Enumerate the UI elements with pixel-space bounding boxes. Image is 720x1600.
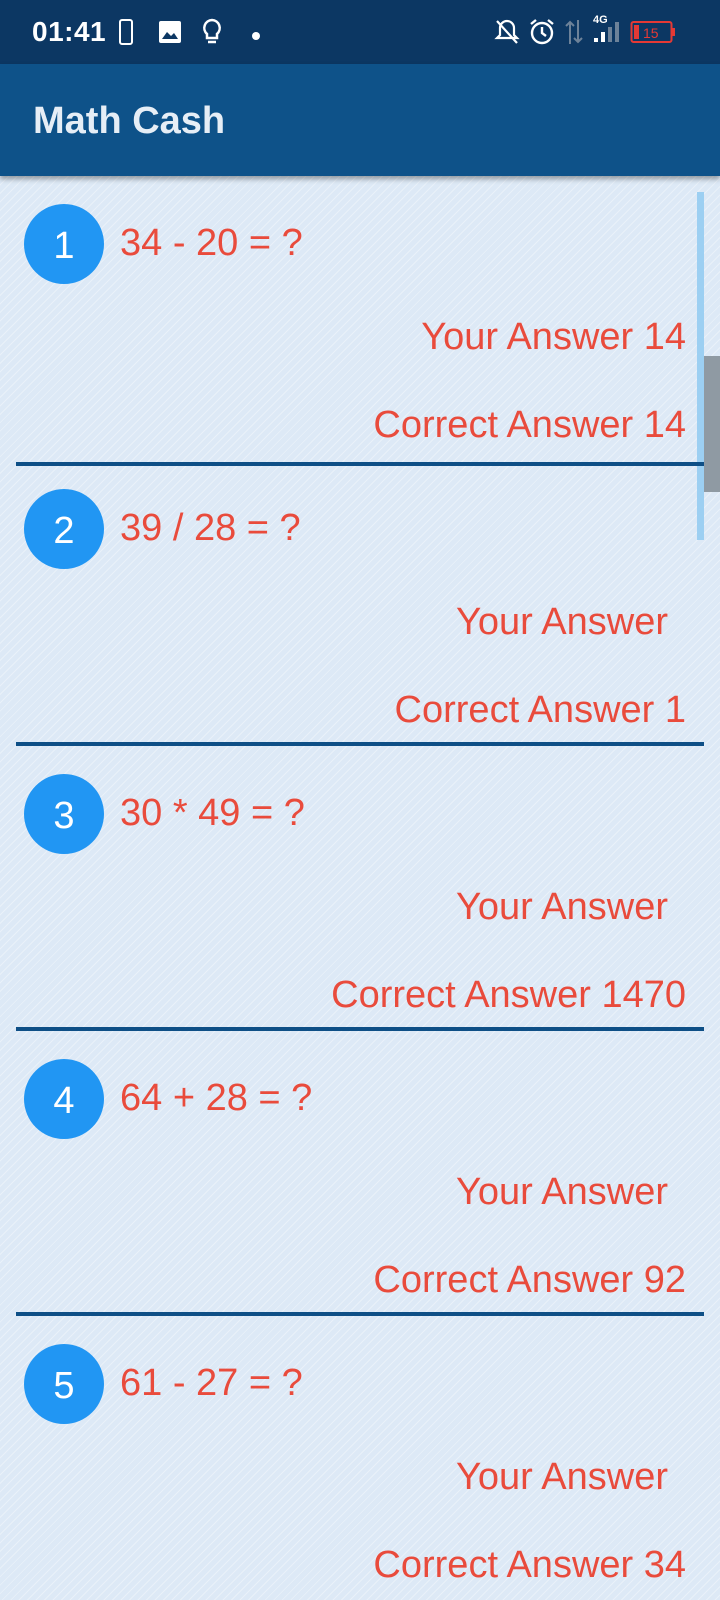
correct-answer: Correct Answer 1 [394,689,686,731]
phone-outline-icon [118,18,134,51]
correct-answer: Correct Answer 1470 [331,974,686,1016]
question-number-badge: 3 [24,774,104,854]
app-bar: Math Cash [0,64,720,176]
list-item: 4 64 + 28 = ? Your Answer Correct Answer… [0,1031,720,1316]
data-arrows-icon [564,18,584,51]
network-type: 4G [593,14,608,26]
list-item: 3 30 * 49 = ? Your Answer Correct Answer… [0,746,720,1031]
question-text: 39 / 28 = ? [120,507,301,549]
question-text: 64 + 28 = ? [120,1077,313,1119]
signal-icon: 4G [588,12,626,49]
question-number-badge: 5 [24,1344,104,1424]
lightbulb-icon [201,18,223,51]
your-answer: Your Answer [456,1456,668,1498]
question-number-badge: 1 [24,204,104,284]
correct-answer: Correct Answer 34 [373,1544,686,1586]
alarm-icon [528,18,556,51]
notifications-off-icon [494,18,520,51]
correct-answer: Correct Answer 92 [373,1259,686,1301]
status-time: 01:41 [32,16,107,47]
your-answer: Your Answer [456,601,668,643]
status-bar: 01:41 4G 15 [0,0,720,64]
correct-answer: Correct Answer 14 [373,404,686,446]
your-answer: Your Answer [456,1171,668,1213]
results-list[interactable]: 1 34 - 20 = ? Your Answer 14 Correct Ans… [0,176,720,1600]
list-item: 5 61 - 27 = ? Your Answer Correct Answer… [0,1316,720,1600]
question-number-badge: 4 [24,1059,104,1139]
dot-icon [251,28,261,46]
question-text: 61 - 27 = ? [120,1362,303,1404]
question-number-badge: 2 [24,489,104,569]
your-answer: Your Answer 14 [421,316,686,358]
battery-icon: 15 [630,20,676,49]
image-icon [158,20,182,49]
battery-level: 15 [643,25,659,41]
list-item: 2 39 / 28 = ? Your Answer Correct Answer… [0,461,720,746]
app-title: Math Cash [33,100,226,142]
list-item: 1 34 - 20 = ? Your Answer 14 Correct Ans… [0,176,720,466]
your-answer: Your Answer [456,886,668,928]
question-text: 34 - 20 = ? [120,222,303,264]
question-text: 30 * 49 = ? [120,792,305,834]
